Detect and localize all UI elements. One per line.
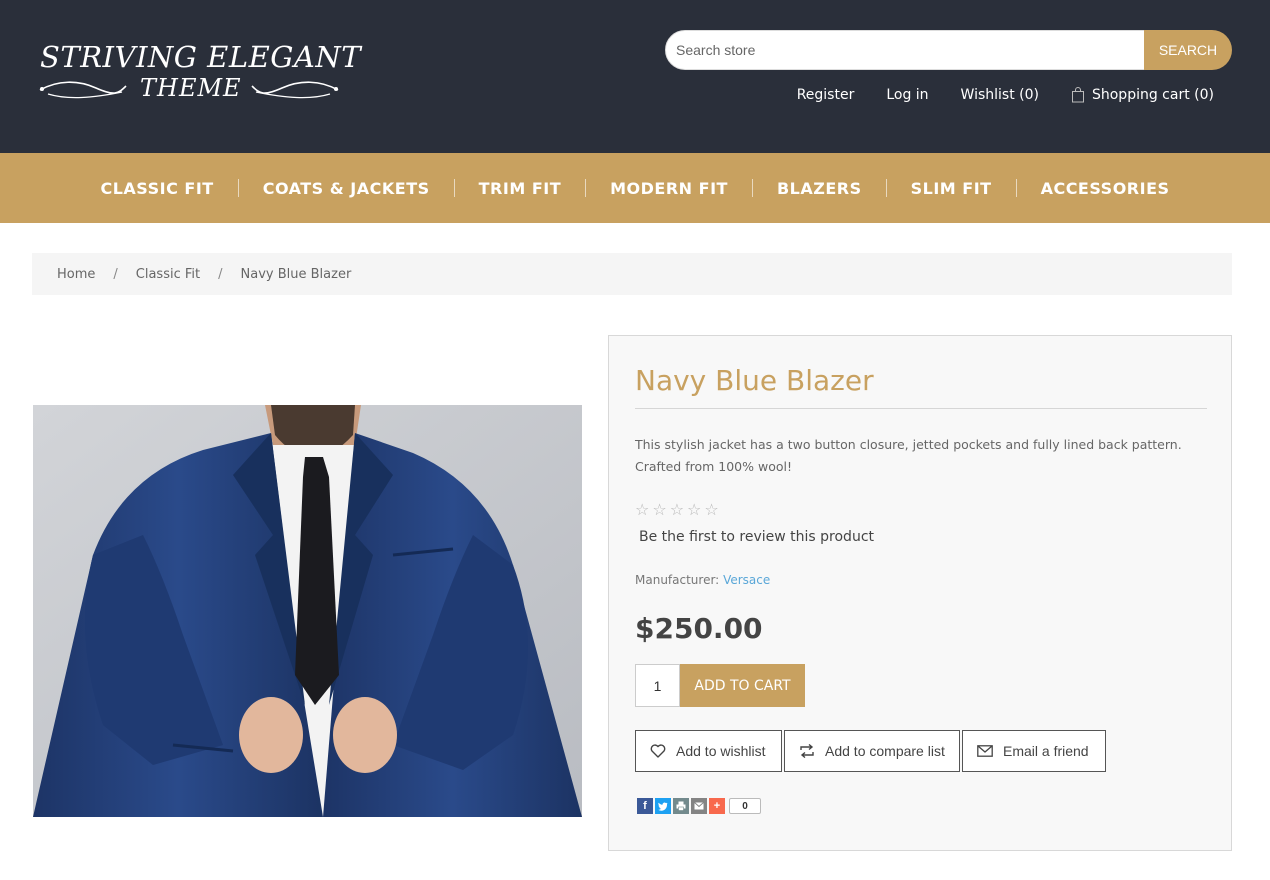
- product-price: $250.00: [635, 612, 763, 645]
- manufacturer-label: Manufacturer:: [635, 573, 720, 587]
- star-empty-icon: ☆: [635, 500, 650, 519]
- blazer-photo-illustration: [33, 405, 582, 817]
- write-review-link[interactable]: Be the first to review this product: [639, 529, 874, 545]
- main-navigation: CLASSIC FIT COATS & JACKETS TRIM FIT MOD…: [0, 153, 1270, 223]
- nav-item-classic-fit[interactable]: CLASSIC FIT: [76, 179, 237, 198]
- logo-flourish-left-icon: [39, 81, 127, 99]
- compare-button-label: Add to compare list: [825, 743, 945, 759]
- star-empty-icon: ☆: [704, 500, 719, 519]
- envelope-icon: [977, 745, 993, 757]
- email-friend-button[interactable]: Email a friend: [962, 730, 1106, 772]
- wishlist-button-label: Add to wishlist: [676, 743, 766, 759]
- breadcrumb-home[interactable]: Home: [57, 267, 95, 282]
- quantity-input[interactable]: [635, 664, 680, 707]
- share-bar: f + 0: [637, 798, 761, 814]
- breadcrumb-separator: /: [113, 266, 118, 282]
- search-button[interactable]: SEARCH: [1144, 30, 1232, 70]
- add-to-compare-button[interactable]: Add to compare list: [784, 730, 960, 772]
- logo-text-line2: THEME: [140, 74, 242, 102]
- nav-item-trim-fit[interactable]: TRIM FIT: [455, 179, 585, 198]
- addthis-plus-icon[interactable]: +: [709, 798, 725, 814]
- logo-text-line1: STRIVING ELEGANT: [40, 40, 362, 74]
- add-to-wishlist-button[interactable]: Add to wishlist: [635, 730, 782, 772]
- print-icon[interactable]: [673, 798, 689, 814]
- nav-item-coats-jackets[interactable]: COATS & JACKETS: [239, 179, 454, 198]
- compare-arrows-icon: [800, 744, 814, 758]
- product-details-panel: Navy Blue Blazer This stylish jacket has…: [608, 335, 1232, 851]
- twitter-icon[interactable]: [655, 798, 671, 814]
- header-links: Register Log in Wishlist (0) Shopping ca…: [797, 87, 1214, 103]
- nav-item-accessories[interactable]: ACCESSORIES: [1017, 179, 1194, 198]
- breadcrumb-separator: /: [218, 266, 223, 282]
- site-header: STRIVING ELEGANT THEME SEARCH Register L…: [0, 0, 1270, 153]
- manufacturer-info: Manufacturer: Versace: [635, 573, 770, 587]
- search-input[interactable]: [665, 30, 1145, 70]
- email-button-label: Email a friend: [1003, 743, 1089, 759]
- nav-item-slim-fit[interactable]: SLIM FIT: [887, 179, 1016, 198]
- email-share-icon[interactable]: [691, 798, 707, 814]
- nav-item-blazers[interactable]: BLAZERS: [753, 179, 886, 198]
- register-link[interactable]: Register: [797, 87, 855, 103]
- star-empty-icon: ☆: [652, 500, 667, 519]
- breadcrumb-classic-fit[interactable]: Classic Fit: [136, 267, 200, 282]
- product-title: Navy Blue Blazer: [635, 364, 874, 397]
- add-to-cart-button[interactable]: ADD TO CART: [680, 664, 805, 707]
- breadcrumb-current: Navy Blue Blazer: [240, 266, 352, 282]
- share-count: 0: [729, 798, 761, 814]
- nav-item-modern-fit[interactable]: MODERN FIT: [586, 179, 752, 198]
- product-description: This stylish jacket has a two button clo…: [635, 437, 1182, 474]
- facebook-icon[interactable]: f: [637, 798, 653, 814]
- star-empty-icon: ☆: [687, 500, 702, 519]
- shopping-cart-link[interactable]: Shopping cart (0): [1071, 87, 1214, 103]
- login-link[interactable]: Log in: [886, 87, 928, 103]
- title-divider: [635, 408, 1207, 409]
- site-logo[interactable]: STRIVING ELEGANT THEME: [36, 40, 361, 106]
- heart-icon: [650, 744, 666, 758]
- shopping-cart-label[interactable]: Shopping cart (0): [1092, 87, 1214, 103]
- manufacturer-link[interactable]: Versace: [723, 573, 770, 587]
- star-empty-icon: ☆: [669, 500, 685, 519]
- breadcrumb: Home / Classic Fit / Navy Blue Blazer: [32, 253, 1232, 295]
- logo-flourish-right-icon: [251, 81, 339, 99]
- shopping-bag-icon: [1071, 87, 1084, 103]
- wishlist-link[interactable]: Wishlist (0): [961, 87, 1039, 103]
- rating-stars: ☆ ☆ ☆ ☆ ☆: [635, 500, 722, 519]
- product-image[interactable]: [33, 405, 582, 817]
